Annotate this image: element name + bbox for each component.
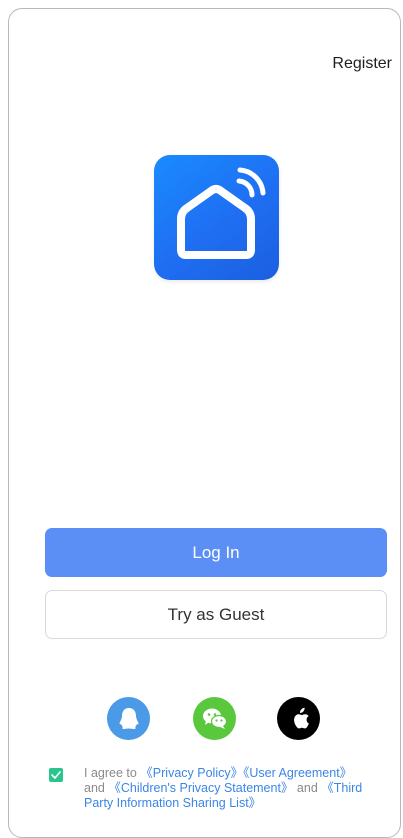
agreement-text: I agree to 《Privacy Policy》《User Agreeme… [84, 766, 374, 811]
register-link[interactable]: Register [332, 55, 392, 73]
childrens-privacy-link[interactable]: 《Children's Privacy Statement》 [108, 781, 293, 795]
agreement-checkbox[interactable] [49, 768, 63, 782]
user-agreement-link[interactable]: 《User Agreement》 [243, 766, 352, 780]
apple-icon [293, 707, 309, 728]
checkmark-icon [51, 771, 61, 779]
login-button[interactable]: Log In [45, 528, 387, 577]
qq-login-button[interactable] [107, 697, 150, 740]
smart-home-icon [177, 167, 266, 259]
apple-login-button[interactable] [277, 697, 320, 740]
app-logo [154, 155, 279, 280]
agreement-prefix: I agree to [84, 766, 141, 780]
guest-button[interactable]: Try as Guest [45, 590, 387, 639]
login-button-label: Log In [192, 542, 240, 562]
wechat-icon [202, 708, 227, 729]
privacy-policy-link[interactable]: 《Privacy Policy》 [140, 766, 243, 780]
qq-penguin-icon [119, 707, 138, 729]
agreement-and-2: and [293, 781, 322, 795]
guest-button-label: Try as Guest [167, 604, 265, 624]
wechat-login-button[interactable] [193, 697, 236, 740]
app-screen: Register Log In Try as Guest I agree to … [8, 8, 401, 838]
agreement-and-1: and [84, 781, 109, 795]
